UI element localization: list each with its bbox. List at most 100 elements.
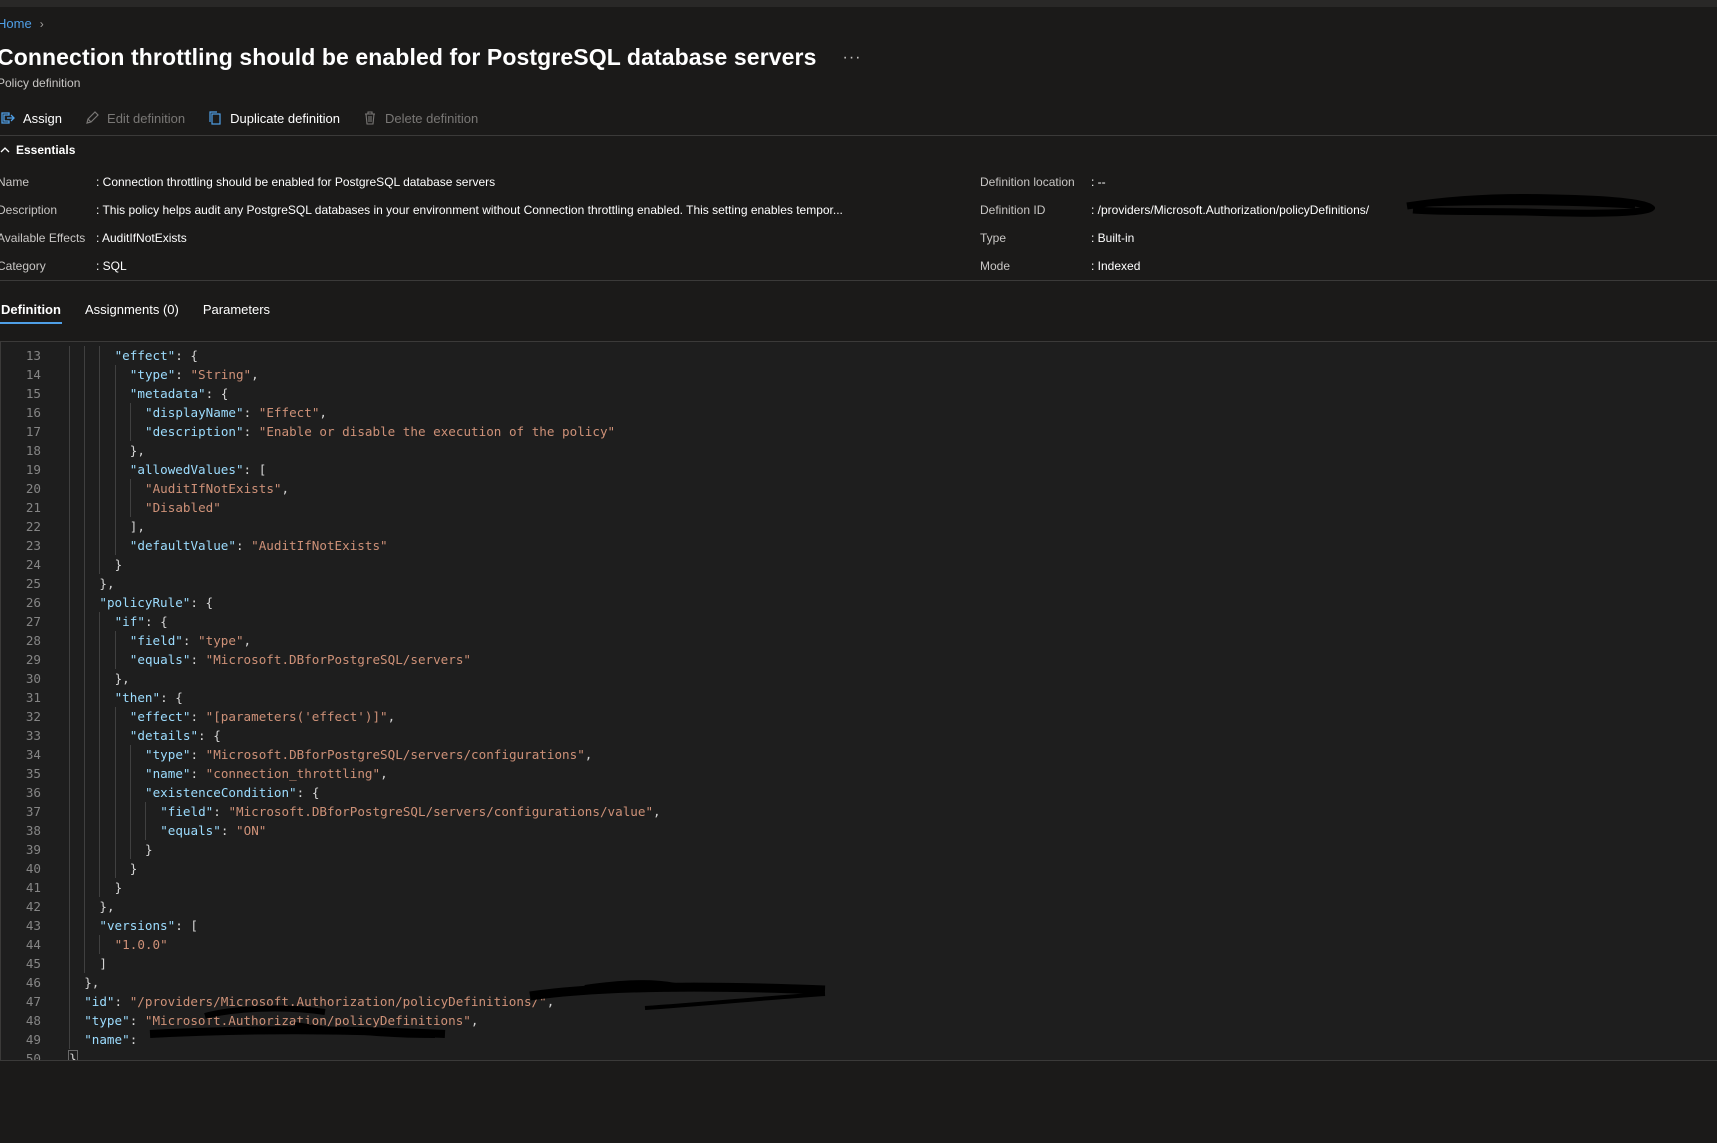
json-string: "Microsoft.DBforPostgreSQL/servers/confi… <box>205 747 585 762</box>
more-options-icon[interactable]: ··· <box>842 49 861 67</box>
json-punctuation: , <box>584 747 593 762</box>
indent-guide <box>84 878 86 897</box>
code-text: "name": <box>84 1030 145 1049</box>
json-punctuation: }, <box>114 671 130 686</box>
code-text: "versions": [ <box>99 916 198 935</box>
code-text: ] <box>99 954 107 973</box>
indent-guide <box>99 403 101 422</box>
json-key: "versions" <box>99 918 176 933</box>
line-number: 21 <box>25 500 41 515</box>
duplicate-definition-button[interactable]: Duplicate definition <box>207 110 340 126</box>
json-punctuation: }, <box>129 443 145 458</box>
code-line: 30}, <box>1 669 1717 688</box>
assign-icon <box>0 110 16 126</box>
indent-guide <box>69 745 70 764</box>
line-number: 42 <box>25 899 41 914</box>
json-punctuation: : { <box>160 690 183 705</box>
json-string: "Microsoft.Authorization/policyDefinitio… <box>144 1013 471 1028</box>
indent-guide <box>69 840 70 859</box>
code-text: } <box>68 1049 78 1060</box>
json-punctuation: : <box>235 538 252 553</box>
code-text: "defaultValue": "AuditIfNotExists" <box>130 536 388 555</box>
line-number: 15 <box>25 386 41 401</box>
json-punctuation: : { <box>296 785 320 800</box>
indent-guide <box>114 498 116 517</box>
pencil-icon <box>84 110 100 126</box>
code-text: } <box>145 840 153 859</box>
code-text: } <box>115 878 123 897</box>
json-punctuation: ] <box>99 956 107 971</box>
indent-guide <box>69 992 70 1011</box>
code-line: 24} <box>1 555 1717 574</box>
tab-parameters[interactable]: Parameters <box>202 300 271 324</box>
indent-guide <box>69 897 70 916</box>
json-key: "if" <box>114 614 145 629</box>
line-number: 44 <box>25 937 41 952</box>
json-punctuation: : <box>129 1032 145 1047</box>
indent-guide <box>84 460 86 479</box>
essentials-row-mode: Mode : Indexed <box>980 259 1140 273</box>
line-number: 50 <box>25 1051 41 1061</box>
json-key: "defaultValue" <box>129 538 236 553</box>
line-number: 37 <box>25 804 41 819</box>
essentials-toggle[interactable]: Essentials <box>0 143 75 157</box>
code-text: "description": "Enable or disable the ex… <box>145 422 615 441</box>
indent-guide <box>114 650 116 669</box>
code-text: }, <box>130 441 145 460</box>
json-key: "displayName" <box>145 405 244 420</box>
essentials-row-category: Category : SQL <box>0 259 127 273</box>
edit-definition-button[interactable]: Edit definition <box>84 110 185 126</box>
indent-guide <box>84 631 86 650</box>
json-punctuation: : <box>220 823 237 838</box>
indent-guide <box>145 821 146 840</box>
indent-guide <box>129 764 131 783</box>
json-punctuation: : <box>175 367 191 382</box>
code-line: 26 "policyRule": { <box>1 593 1717 612</box>
indent-guide <box>84 954 86 973</box>
json-punctuation: : { <box>144 614 168 629</box>
indent-guide <box>114 783 116 802</box>
indent-guide <box>114 517 116 536</box>
code-line: 18}, <box>1 441 1717 460</box>
indent-guide <box>129 840 131 859</box>
json-key: "details" <box>129 728 199 743</box>
breadcrumb-home-link[interactable]: Home <box>0 16 32 31</box>
indent-guide <box>129 821 131 840</box>
indent-guide <box>84 346 86 365</box>
indent-guide <box>99 460 101 479</box>
tab-assignments[interactable]: Assignments (0) <box>84 300 180 324</box>
essentials-label: Definition location <box>980 175 1075 189</box>
line-number: 43 <box>25 918 41 933</box>
indent-guide <box>69 555 70 574</box>
code-line: 45] <box>1 954 1717 973</box>
indent-guide <box>84 536 86 555</box>
tab-definition[interactable]: Definition <box>0 300 62 324</box>
essentials-value: : -- <box>1091 175 1106 189</box>
assign-button[interactable]: Assign <box>0 110 62 126</box>
indent-guide <box>114 707 116 726</box>
indent-guide <box>99 365 101 384</box>
code-editor[interactable]: 13 "effect": {14 "type": "String", 15 "metad… <box>0 341 1717 1061</box>
code-line: 32 "effect": "[parameters('effect')]", <box>1 707 1717 726</box>
indent-guide <box>69 1011 70 1030</box>
indent-guide <box>114 384 116 403</box>
duplicate-definition-label: Duplicate definition <box>230 110 340 126</box>
chevron-up-icon <box>0 143 10 157</box>
code-text: } <box>130 859 138 878</box>
code-text: "metadata": { <box>130 384 229 403</box>
indent-guide <box>84 441 86 460</box>
code-line: 20 "AuditIfNotExists", <box>1 479 1717 498</box>
delete-definition-button[interactable]: Delete definition <box>362 110 478 126</box>
line-number: 23 <box>25 538 41 553</box>
code-line: 48 "type": "Microsoft.Authorization/polic… <box>1 1011 1717 1030</box>
line-number: 30 <box>25 671 41 686</box>
json-key: "existenceCondition" <box>145 785 297 800</box>
indent-guide <box>99 707 101 726</box>
indent-guide <box>129 403 131 422</box>
essentials-label: Name <box>0 175 30 189</box>
indent-guide <box>114 536 116 555</box>
json-punctuation: }, <box>84 975 100 990</box>
essentials-label: Mode <box>980 259 1011 273</box>
indent-guide <box>84 422 86 441</box>
indent-guide <box>114 764 116 783</box>
